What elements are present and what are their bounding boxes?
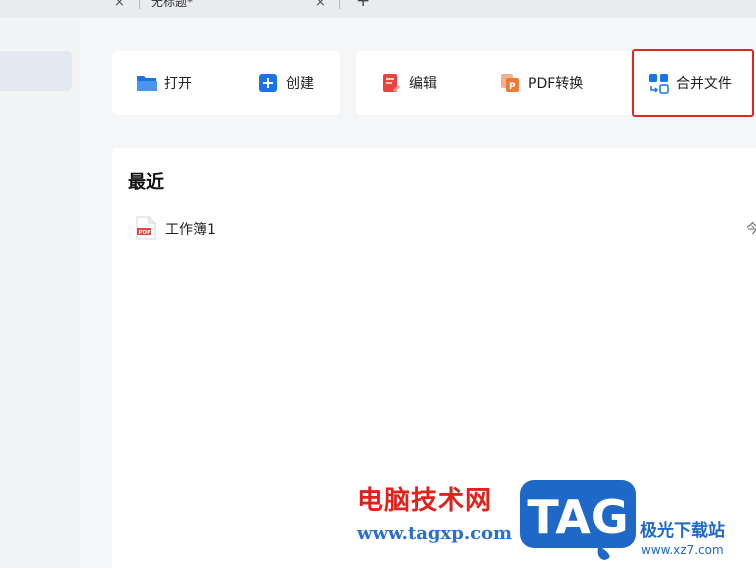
folder-icon bbox=[136, 73, 157, 93]
pdf-convert-label: PDF转换 bbox=[528, 76, 584, 92]
pdf-file-icon: PDF bbox=[136, 216, 156, 244]
open-label: 打开 bbox=[164, 76, 192, 92]
watermark-url: www.tagxp.com bbox=[357, 523, 513, 544]
tab-divider bbox=[339, 0, 340, 9]
svg-text:PDF: PDF bbox=[139, 230, 152, 236]
list-item[interactable]: PDF 工作簿1 今 bbox=[112, 210, 756, 246]
new-tab-button[interactable]: + bbox=[356, 0, 370, 11]
tab-close-icon[interactable]: × bbox=[315, 0, 326, 10]
watermark-site-name: 极光下载站 bbox=[640, 521, 725, 541]
recent-title: 最近 bbox=[128, 172, 164, 193]
tab-divider bbox=[139, 0, 140, 9]
svg-text:P: P bbox=[509, 82, 516, 92]
sidebar bbox=[0, 18, 80, 568]
watermark-site-url: www.xz7.com bbox=[641, 543, 724, 557]
plus-icon bbox=[258, 73, 278, 93]
file-date: 今 bbox=[746, 222, 756, 237]
create-label: 创建 bbox=[286, 76, 314, 92]
edit-doc-icon bbox=[381, 73, 401, 93]
file-name: 工作簿1 bbox=[165, 222, 216, 238]
sidebar-item-selected[interactable] bbox=[0, 51, 72, 91]
merge-highlight-box bbox=[632, 49, 754, 117]
open-button[interactable]: 打开 bbox=[136, 73, 192, 93]
edit-label: 编辑 bbox=[409, 76, 437, 92]
tab-title[interactable]: 无标题* bbox=[151, 0, 193, 10]
tab-strip: × 无标题* × + bbox=[0, 0, 756, 18]
pdf-convert-icon: P bbox=[500, 73, 520, 93]
quick-actions-card: 打开 创建 bbox=[112, 51, 340, 115]
tab-close-icon[interactable]: × bbox=[114, 0, 125, 10]
edit-button[interactable]: 编辑 bbox=[381, 73, 437, 93]
pdf-convert-button[interactable]: P PDF转换 bbox=[500, 73, 583, 93]
create-button[interactable]: 创建 bbox=[258, 73, 314, 93]
watermark-text: 电脑技术网 bbox=[357, 486, 493, 516]
watermark-logo-text: TAG bbox=[527, 490, 628, 544]
watermark-logo: TAG bbox=[518, 478, 638, 562]
